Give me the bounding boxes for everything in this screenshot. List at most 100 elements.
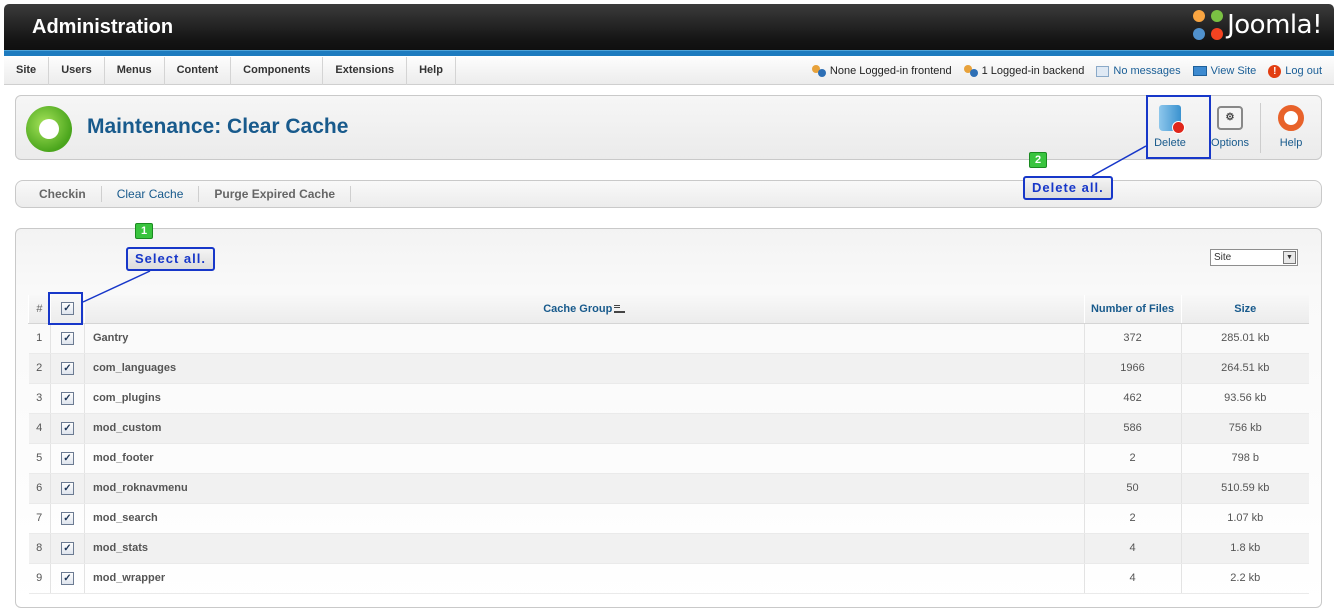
row-cell-checkbox: ✓	[49, 473, 85, 504]
file-count: 4	[1083, 533, 1182, 564]
menu-item-users[interactable]: Users	[49, 57, 105, 85]
client-filter-select[interactable]: Site ▼	[1210, 249, 1298, 266]
file-count: 462	[1083, 383, 1182, 414]
table-row[interactable]: 6 ✓ mod_roknavmenu 50 510.59 kb	[28, 473, 1309, 504]
header-title: Administration	[32, 16, 174, 38]
row-checkbox[interactable]: ✓	[60, 331, 74, 345]
cache-group-name: mod_custom	[83, 413, 1085, 444]
cache-group-name: mod_roknavmenu	[83, 473, 1085, 504]
cache-group-name: Gantry	[83, 323, 1085, 354]
delete-label: Delete	[1154, 137, 1186, 149]
options-button[interactable]: ⚙ Options	[1200, 100, 1260, 156]
row-cell-checkbox: ✓	[49, 563, 85, 594]
row-checkbox[interactable]: ✓	[60, 481, 74, 495]
filter-value: Site	[1214, 252, 1232, 263]
table-header-row: # ✓ Cache Group Number of Files Size	[28, 295, 1309, 324]
view-site-link[interactable]: View Site	[1192, 65, 1256, 77]
row-number: 9	[28, 563, 51, 594]
joomla-logo[interactable]: Joomla!	[1193, 10, 1322, 40]
cache-group-name: com_plugins	[83, 383, 1085, 414]
row-number: 4	[28, 413, 51, 444]
cache-table: # ✓ Cache Group Number of Files Size 1 ✓ G…	[28, 295, 1309, 594]
column-header-files[interactable]: Number of Files	[1083, 295, 1182, 324]
menu-item-content[interactable]: Content	[165, 57, 232, 85]
cache-group-name: com_languages	[83, 353, 1085, 384]
row-checkbox[interactable]: ✓	[60, 541, 74, 555]
table-row[interactable]: 9 ✓ mod_wrapper 4 2.2 kb	[28, 563, 1309, 594]
column-header-num: #	[28, 295, 51, 324]
table-row[interactable]: 4 ✓ mod_custom 586 756 kb	[28, 413, 1309, 444]
step-2-badge: 2	[1029, 152, 1047, 168]
messages-link[interactable]: No messages	[1096, 65, 1181, 77]
logout-icon: !	[1268, 64, 1282, 78]
users-icon	[963, 65, 978, 77]
table-row[interactable]: 7 ✓ mod_search 2 1.07 kb	[28, 503, 1309, 534]
cache-size: 756 kb	[1180, 413, 1309, 444]
cache-size: 510.59 kb	[1180, 473, 1309, 504]
cache-size: 2.2 kb	[1180, 563, 1309, 594]
row-checkbox[interactable]: ✓	[60, 361, 74, 375]
monitor-icon	[1192, 66, 1207, 76]
menu-item-menus[interactable]: Menus	[105, 57, 165, 85]
cache-group-header-label: Cache Group	[543, 302, 613, 315]
table-row[interactable]: 3 ✓ com_plugins 462 93.56 kb	[28, 383, 1309, 414]
cache-size: 798 b	[1180, 443, 1309, 474]
menu-item-components[interactable]: Components	[231, 57, 324, 85]
row-cell-checkbox: ✓	[49, 413, 85, 444]
tab-purge-expired-cache[interactable]: Purge Expired Cache	[199, 186, 352, 202]
cache-size: 1.8 kb	[1180, 533, 1309, 564]
tab-checkin[interactable]: Checkin	[24, 186, 102, 202]
help-button[interactable]: Help	[1261, 100, 1321, 156]
table-row[interactable]: 2 ✓ com_languages 1966 264.51 kb	[28, 353, 1309, 384]
toolbar-box: Maintenance: Clear Cache Delete ⚙ Option…	[15, 95, 1322, 160]
row-checkbox[interactable]: ✓	[60, 571, 74, 585]
row-cell-checkbox: ✓	[49, 443, 85, 474]
frontend-status-text: None Logged-in frontend	[829, 65, 952, 77]
column-header-size[interactable]: Size	[1180, 295, 1309, 324]
joomla-logo-icon	[1193, 10, 1224, 40]
column-header-cache-group[interactable]: Cache Group	[83, 295, 1085, 324]
menu-item-site[interactable]: Site	[4, 57, 50, 85]
row-cell-checkbox: ✓	[49, 503, 85, 534]
cache-group-name: mod_search	[83, 503, 1085, 534]
table-row[interactable]: 1 ✓ Gantry 372 285.01 kb	[28, 323, 1309, 354]
row-checkbox[interactable]: ✓	[60, 451, 74, 465]
trash-icon	[1159, 105, 1185, 134]
check-all-checkbox[interactable]: ✓	[60, 302, 74, 316]
message-icon	[1096, 65, 1110, 77]
options-icon: ⚙	[1217, 106, 1243, 130]
row-checkbox[interactable]: ✓	[60, 511, 74, 525]
cache-group-name: mod_footer	[83, 443, 1085, 474]
file-count: 586	[1083, 413, 1182, 444]
lifebuoy-icon	[1278, 105, 1304, 131]
row-cell-checkbox: ✓	[49, 323, 85, 354]
cache-size: 93.56 kb	[1180, 383, 1309, 414]
toolbar-buttons: Delete ⚙ Options Help	[1140, 100, 1321, 156]
logout-link[interactable]: ! Log out	[1268, 64, 1322, 78]
step-2-callout: Delete all.	[1023, 176, 1113, 200]
submenu-tabs: Checkin Clear Cache Purge Expired Cache	[15, 180, 1322, 208]
row-checkbox[interactable]: ✓	[60, 421, 74, 435]
options-label: Options	[1211, 137, 1249, 149]
main-menu-bar: Site Users Menus Content Components Exte…	[4, 57, 1334, 85]
row-cell-checkbox: ✓	[49, 533, 85, 564]
users-icon	[811, 65, 826, 77]
main-menu: Site Users Menus Content Components Exte…	[4, 57, 456, 85]
admin-header: Administration Joomla!	[4, 4, 1334, 56]
cache-size: 285.01 kb	[1180, 323, 1309, 354]
messages-text: No messages	[1113, 65, 1181, 77]
row-cell-checkbox: ✓	[49, 353, 85, 384]
header-stripe	[4, 50, 1334, 56]
table-row[interactable]: 5 ✓ mod_footer 2 798 b	[28, 443, 1309, 474]
menu-item-extensions[interactable]: Extensions	[323, 57, 408, 85]
tab-clear-cache[interactable]: Clear Cache	[102, 186, 200, 202]
file-count: 372	[1083, 323, 1182, 354]
table-row[interactable]: 8 ✓ mod_stats 4 1.8 kb	[28, 533, 1309, 564]
row-number: 1	[28, 323, 51, 354]
cache-size: 264.51 kb	[1180, 353, 1309, 384]
delete-button[interactable]: Delete	[1140, 100, 1200, 156]
row-checkbox[interactable]: ✓	[60, 391, 74, 405]
refresh-icon	[26, 106, 72, 152]
cache-size: 1.07 kb	[1180, 503, 1309, 534]
menu-item-help[interactable]: Help	[407, 57, 456, 85]
